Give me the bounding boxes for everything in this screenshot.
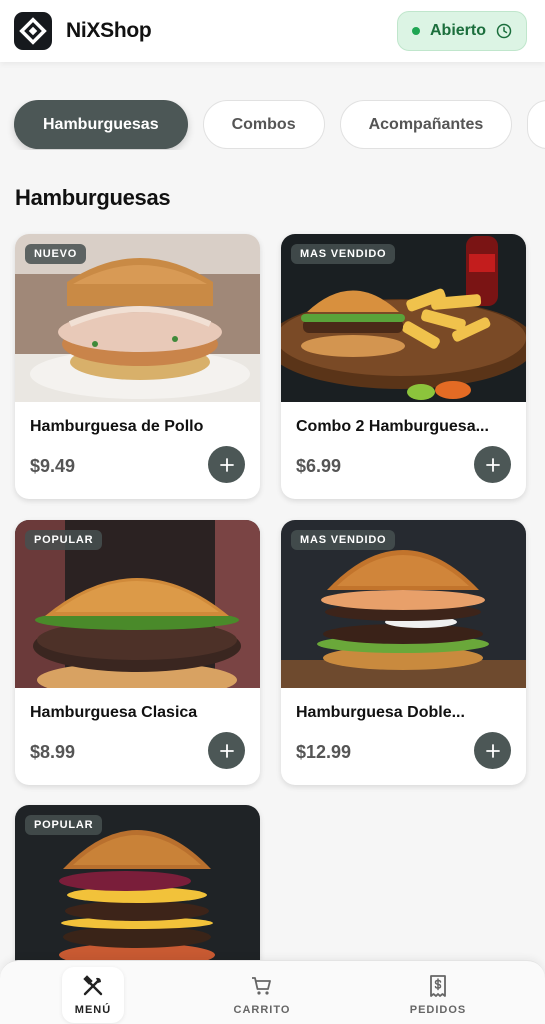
nav-item-menu[interactable]: MENÚ xyxy=(62,967,124,1023)
product-name: Hamburguesa Doble... xyxy=(296,704,465,721)
receipt-icon xyxy=(430,975,446,997)
nav-label: CARRITO xyxy=(233,1004,291,1016)
status-badge[interactable]: Abierto xyxy=(397,11,527,51)
section-title: Hamburguesas xyxy=(15,185,171,210)
product-card[interactable]: POPULAR Hamburguesa Clasica $8.99 xyxy=(15,520,260,785)
add-to-cart-button[interactable] xyxy=(208,732,245,769)
product-price: $8.99 xyxy=(30,742,76,762)
tab-acompanantes[interactable]: Acompañantes xyxy=(339,100,513,149)
product-badge: NUEVO xyxy=(25,244,87,264)
product-name: Hamburguesa de Pollo xyxy=(30,418,204,435)
bottom-nav: MENÚ CARRITO PEDIDOS xyxy=(0,960,545,1024)
product-price: $6.99 xyxy=(296,456,342,476)
add-to-cart-button[interactable] xyxy=(474,446,511,483)
status-dot-icon xyxy=(412,27,420,35)
product-card[interactable]: MAS VENDIDO Combo 2 Hamburguesa... $6.99 xyxy=(281,234,526,499)
clock-icon xyxy=(496,23,512,39)
product-badge: POPULAR xyxy=(25,530,103,550)
tab-combos[interactable]: Combos xyxy=(202,100,325,149)
plus-icon xyxy=(485,743,500,758)
app-name: NiXShop xyxy=(66,19,152,42)
plus-icon xyxy=(219,457,234,472)
plus-icon xyxy=(485,457,500,472)
cart-icon xyxy=(252,977,271,995)
product-name: Hamburguesa Clasica xyxy=(30,704,198,721)
tab-hamburguesas[interactable]: Hamburguesas xyxy=(14,100,188,149)
status-label: Abierto xyxy=(430,22,486,39)
add-to-cart-button[interactable] xyxy=(474,732,511,769)
product-card[interactable]: NUEVO Hamburguesa de Pollo $9.49 xyxy=(15,234,260,499)
category-tabs: Hamburguesas Combos Acompañantes xyxy=(0,100,545,150)
nav-label: PEDIDOS xyxy=(409,1004,467,1016)
product-badge: MAS VENDIDO xyxy=(291,530,396,550)
nav-item-cart[interactable]: CARRITO xyxy=(222,967,302,1023)
product-name: Combo 2 Hamburguesa... xyxy=(296,418,489,435)
product-price: $9.49 xyxy=(30,456,76,476)
utensils-icon xyxy=(83,975,103,996)
product-card[interactable]: MAS VENDIDO Hamburguesa Doble... $12.99 xyxy=(281,520,526,785)
product-price: $12.99 xyxy=(296,742,352,762)
nixshop-logo-icon xyxy=(14,12,52,50)
nav-label: MENÚ xyxy=(74,1004,112,1016)
tab-more[interactable] xyxy=(527,100,545,149)
add-to-cart-button[interactable] xyxy=(208,446,245,483)
brand[interactable]: NiXShop xyxy=(14,12,152,50)
top-bar: NiXShop Abierto xyxy=(0,0,545,62)
product-badge: MAS VENDIDO xyxy=(291,244,396,264)
nav-item-orders[interactable]: PEDIDOS xyxy=(398,967,478,1023)
plus-icon xyxy=(219,743,234,758)
product-badge: POPULAR xyxy=(25,815,103,835)
